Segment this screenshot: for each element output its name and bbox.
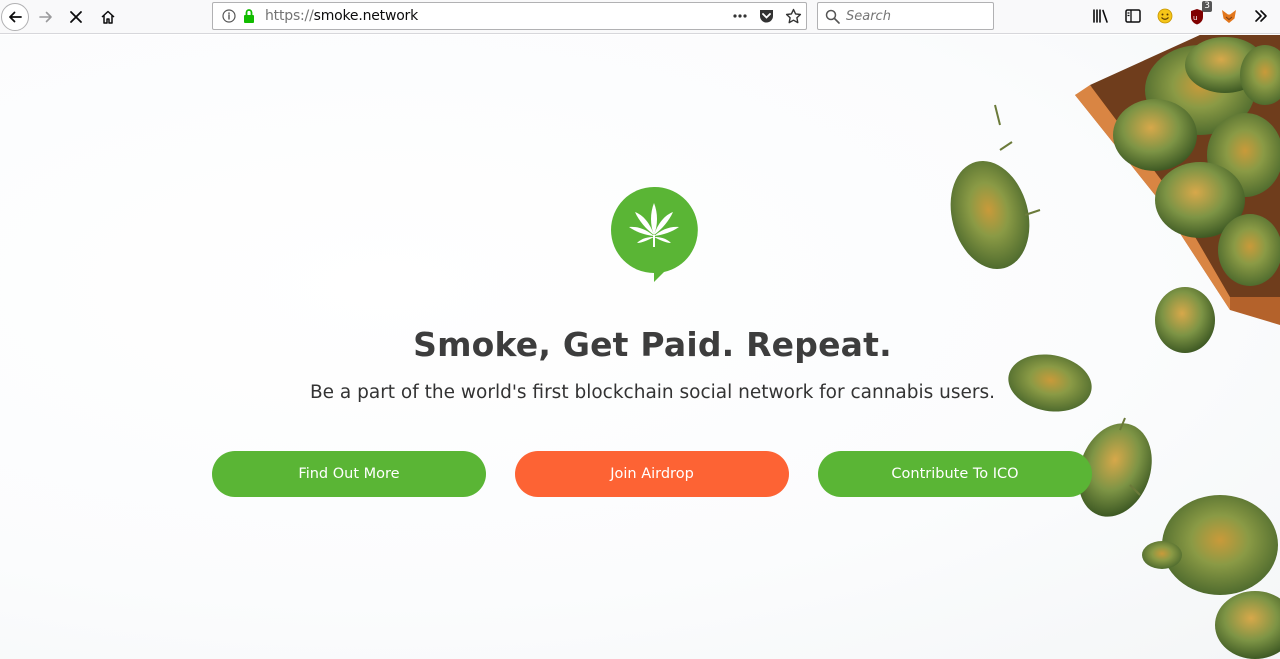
library-icon — [1093, 9, 1108, 23]
emoji-icon — [1157, 8, 1173, 24]
home-icon — [101, 10, 115, 24]
metamask-extension-button[interactable] — [1213, 4, 1245, 28]
extension-badge: 3 — [1202, 1, 1212, 12]
sidebar-button[interactable] — [1117, 4, 1149, 28]
sidebar-icon — [1125, 9, 1141, 23]
find-out-more-button[interactable]: Find Out More — [212, 451, 486, 497]
stop-button[interactable] — [63, 2, 89, 32]
overflow-icon — [1255, 10, 1267, 22]
home-button[interactable] — [95, 2, 121, 32]
bookmark-star-icon[interactable] — [785, 8, 802, 25]
hero-headline: Smoke, Get Paid. Repeat. — [413, 325, 892, 364]
back-button[interactable] — [0, 2, 30, 32]
smoke-logo — [611, 186, 698, 282]
more-icon[interactable] — [732, 8, 748, 24]
back-icon — [0, 3, 29, 31]
hero-subhead: Be a part of the world's first blockchai… — [309, 382, 996, 403]
url-text[interactable]: https://smoke.network — [265, 8, 418, 24]
url-host: smoke.network — [313, 8, 419, 24]
pocket-icon[interactable] — [758, 8, 775, 24]
contribute-ico-button[interactable]: Contribute To ICO — [818, 451, 1092, 497]
svg-text:u: u — [1193, 14, 1197, 22]
overflow-menu-button[interactable] — [1245, 4, 1277, 28]
url-scheme: https:// — [265, 8, 314, 24]
url-bar[interactable]: https://smoke.network — [212, 2, 807, 30]
ublock-extension-button[interactable]: u 3 — [1181, 1, 1213, 28]
info-icon[interactable] — [222, 9, 236, 23]
join-airdrop-button[interactable]: Join Airdrop — [515, 451, 789, 497]
search-bar[interactable] — [817, 2, 994, 30]
search-icon — [825, 9, 840, 24]
metamask-icon — [1222, 9, 1236, 23]
search-input[interactable] — [846, 8, 986, 24]
lock-icon[interactable] — [242, 8, 256, 24]
stop-icon — [70, 11, 82, 23]
emoji-extension-button[interactable] — [1149, 4, 1181, 28]
forward-button[interactable] — [33, 2, 59, 32]
browser-toolbar: https://smoke.network u 3 — [0, 0, 1280, 34]
forward-icon — [39, 11, 52, 23]
page-content: Smoke, Get Paid. Repeat. Be a part of th… — [0, 35, 1280, 659]
library-button[interactable] — [1085, 4, 1117, 28]
